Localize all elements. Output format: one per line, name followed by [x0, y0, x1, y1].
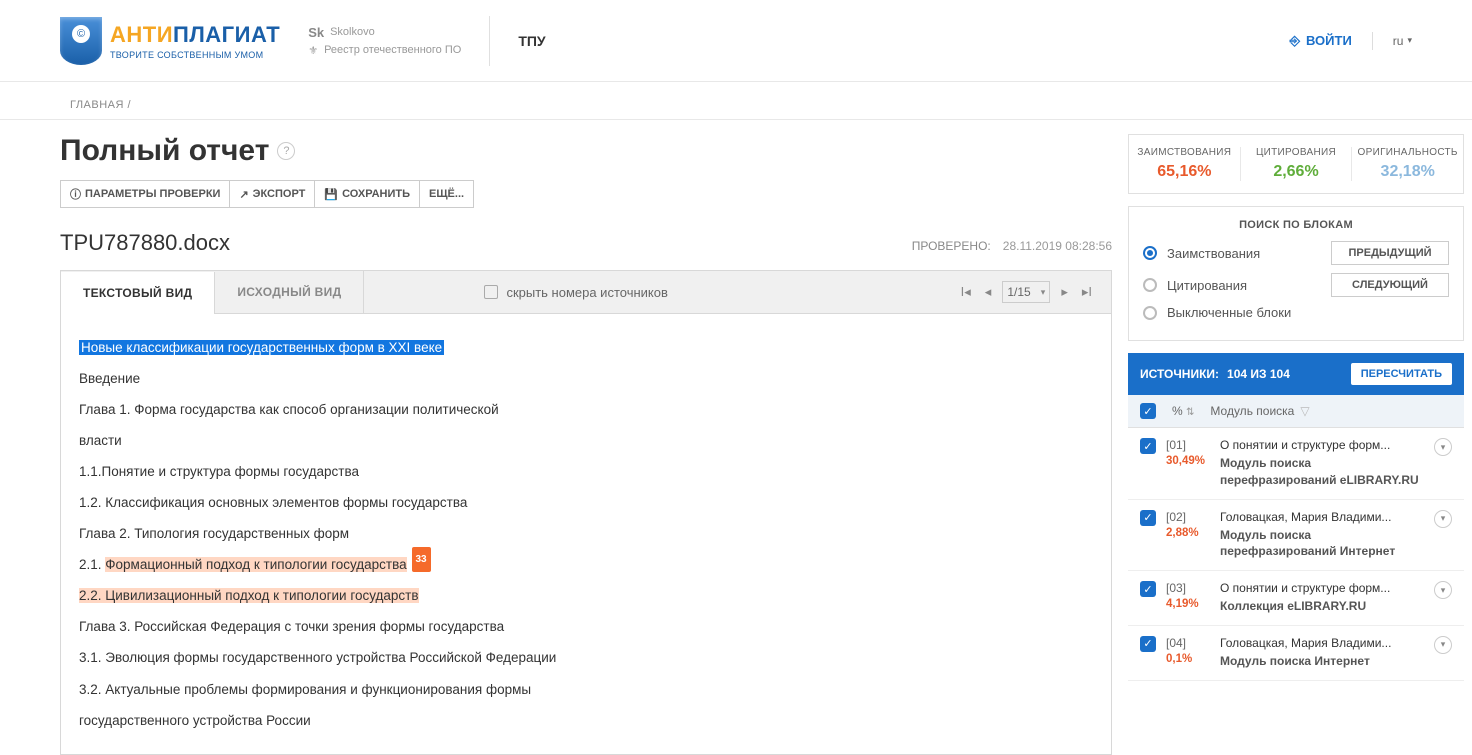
- pager: I◂ ◂ 1/15▾ ▸ ▸I: [958, 281, 1111, 303]
- language-selector[interactable]: ru ▾: [1393, 34, 1412, 48]
- source-item[interactable]: ✓ [01] 30,49% О понятии и структуре форм...…: [1128, 428, 1464, 500]
- source-percent: 30,49%: [1166, 455, 1210, 467]
- breadcrumb: ГЛАВНАЯ /: [0, 82, 1472, 120]
- last-page-button[interactable]: ▸I: [1079, 284, 1095, 300]
- brand-plag: ПЛАГИАТ: [173, 22, 280, 47]
- source-checkbox[interactable]: ✓: [1140, 438, 1156, 454]
- hide-source-numbers[interactable]: скрыть номера источников: [484, 285, 667, 300]
- more-button[interactable]: ЕЩЁ...: [419, 180, 474, 208]
- source-module: Модуль поиска перефразирований Интернет: [1220, 527, 1424, 561]
- stat-originality: ОРИГИНАЛЬНОСТЬ 32,18%: [1352, 147, 1463, 181]
- sources-panel: ИСТОЧНИКИ: 104 ИЗ 104 ПЕРЕСЧИТАТЬ ✓ % ⇅ …: [1128, 353, 1464, 681]
- next-block-button[interactable]: СЛЕДУЮЩИЙ: [1331, 273, 1449, 297]
- source-module: Модуль поиска перефразирований eLIBRARY.…: [1220, 455, 1424, 489]
- sources-header: ИСТОЧНИКИ: 104 ИЗ 104 ПЕРЕСЧИТАТЬ: [1128, 353, 1464, 395]
- page-input[interactable]: 1/15▾: [1002, 281, 1050, 303]
- radio-disabled[interactable]: [1143, 306, 1157, 320]
- source-checkbox[interactable]: ✓: [1140, 510, 1156, 526]
- source-item[interactable]: ✓ [04] 0,1% Головацкая, Мария Владими... Мод…: [1128, 626, 1464, 681]
- chevron-down-icon: ▾: [1407, 35, 1412, 46]
- stat-borrowings: ЗАИМСТВОВАНИЯ 65,16%: [1129, 147, 1241, 181]
- source-id: [01]: [1166, 438, 1210, 452]
- stat-citations: ЦИТИРОВАНИЯ 2,66%: [1241, 147, 1353, 181]
- chevron-down-icon: ▾: [1041, 287, 1046, 298]
- prev-page-button[interactable]: ◂: [982, 284, 995, 300]
- select-all-checkbox[interactable]: ✓: [1140, 403, 1156, 419]
- tabs-panel: ТЕКСТОВЫЙ ВИД ИСХОДНЫЙ ВИД скрыть номера…: [60, 270, 1112, 755]
- text-highlight-borrow[interactable]: Формационный подход к типологии государс…: [105, 557, 406, 572]
- sources-filter-row: ✓ % ⇅ Модуль поиска▽: [1128, 395, 1464, 428]
- radio-citations[interactable]: [1143, 278, 1157, 292]
- search-blocks-title: ПОИСК ПО БЛОКАМ: [1143, 219, 1449, 231]
- emblem-icon: ⚜: [308, 44, 318, 57]
- source-checkbox[interactable]: ✓: [1140, 636, 1156, 652]
- tab-text-view[interactable]: ТЕКСТОВЫЙ ВИД: [61, 272, 215, 314]
- expand-button[interactable]: ▾: [1434, 636, 1452, 654]
- sort-icon: ⇅: [1186, 407, 1194, 418]
- prev-block-button[interactable]: ПРЕДЫДУЩИЙ: [1331, 241, 1449, 265]
- login-icon: ⎆: [1290, 33, 1300, 49]
- source-module: Модуль поиска Интернет: [1220, 653, 1424, 670]
- source-percent: 2,88%: [1166, 527, 1210, 539]
- tab-source-view[interactable]: ИСХОДНЫЙ ВИД: [215, 271, 364, 313]
- expand-button[interactable]: ▾: [1434, 438, 1452, 456]
- recalculate-button[interactable]: ПЕРЕСЧИТАТЬ: [1351, 363, 1452, 385]
- source-badge[interactable]: 33: [412, 547, 431, 572]
- search-blocks-panel: ПОИСК ПО БЛОКАМ Заимствования ПРЕДЫДУЩИЙ…: [1128, 206, 1464, 341]
- source-title: О понятии и структуре форм...: [1220, 581, 1424, 595]
- source-title: Головацкая, Мария Владими...: [1220, 636, 1424, 650]
- source-percent: 0,1%: [1166, 653, 1210, 665]
- partner-logos: Sk Skolkovo ⚜ Реестр отечественного ПО: [308, 25, 461, 57]
- save-icon: 💾: [324, 188, 338, 201]
- checkbox-icon: [484, 285, 498, 299]
- checked-label: ПРОВЕРЕНО:: [912, 239, 991, 253]
- brand-anti: АНТИ: [110, 22, 173, 47]
- source-id: [04]: [1166, 636, 1210, 650]
- source-id: [02]: [1166, 510, 1210, 524]
- source-title: Головацкая, Мария Владими...: [1220, 510, 1424, 524]
- sources-list[interactable]: ✓ [01] 30,49% О понятии и структуре форм...…: [1128, 428, 1464, 681]
- login-button[interactable]: ⎆ ВОЙТИ: [1290, 33, 1352, 49]
- text-highlight-borrow[interactable]: 2.2. Цивилизационный подход к типологии …: [79, 588, 419, 603]
- info-icon: ⓘ: [70, 186, 81, 202]
- source-module: Коллекция eLIBRARY.RU: [1220, 598, 1424, 615]
- params-button[interactable]: ⓘПАРАМЕТРЫ ПРОВЕРКИ: [60, 180, 230, 208]
- breadcrumb-home[interactable]: ГЛАВНАЯ /: [70, 99, 131, 111]
- source-item[interactable]: ✓ [02] 2,88% Головацкая, Мария Владими... Мо…: [1128, 500, 1464, 572]
- document-name: TPU787880.docx: [60, 230, 230, 256]
- expand-button[interactable]: ▾: [1434, 581, 1452, 599]
- export-icon: ↗: [239, 188, 248, 201]
- document-text: Новые классификации государственных форм…: [61, 314, 1111, 754]
- save-button[interactable]: 💾СОХРАНИТЬ: [314, 180, 420, 208]
- next-page-button[interactable]: ▸: [1058, 284, 1071, 300]
- module-column[interactable]: Модуль поиска▽: [1210, 404, 1309, 418]
- checked-date: 28.11.2019 08:28:56: [1003, 239, 1112, 253]
- stats-panel: ЗАИМСТВОВАНИЯ 65,16% ЦИТИРОВАНИЯ 2,66% О…: [1128, 134, 1464, 194]
- app-header: АНТИПЛАГИАТ ТВОРИТЕ СОБСТВЕННЫМ УМОМ Sk …: [0, 0, 1472, 82]
- source-percent: 4,19%: [1166, 598, 1210, 610]
- percent-column[interactable]: % ⇅: [1172, 404, 1194, 418]
- filter-icon[interactable]: ▽: [1300, 404, 1309, 418]
- toolbar: ⓘПАРАМЕТРЫ ПРОВЕРКИ ↗ЭКСПОРТ 💾СОХРАНИТЬ …: [60, 180, 1112, 208]
- source-id: [03]: [1166, 581, 1210, 595]
- first-page-button[interactable]: I◂: [958, 284, 974, 300]
- brand-slogan: ТВОРИТЕ СОБСТВЕННЫМ УМОМ: [110, 50, 280, 60]
- text-highlight-selected[interactable]: Новые классификации государственных форм…: [79, 340, 444, 355]
- radio-borrowings[interactable]: [1143, 246, 1157, 260]
- logo[interactable]: АНТИПЛАГИАТ ТВОРИТЕ СОБСТВЕННЫМ УМОМ: [60, 17, 280, 65]
- source-item[interactable]: ✓ [03] 4,19% О понятии и структуре форм... К…: [1128, 571, 1464, 626]
- source-title: О понятии и структуре форм...: [1220, 438, 1424, 452]
- help-icon[interactable]: ?: [277, 142, 295, 160]
- page-title: Полный отчет: [60, 134, 269, 168]
- source-checkbox[interactable]: ✓: [1140, 581, 1156, 597]
- export-button[interactable]: ↗ЭКСПОРТ: [229, 180, 315, 208]
- organization-name: ТПУ: [518, 33, 545, 49]
- shield-icon: [60, 17, 102, 65]
- expand-button[interactable]: ▾: [1434, 510, 1452, 528]
